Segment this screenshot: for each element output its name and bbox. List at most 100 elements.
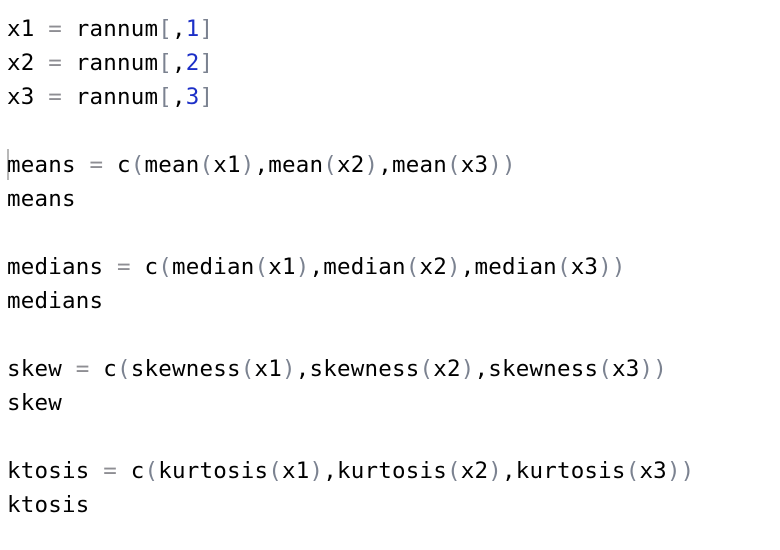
code-token: = [89,458,131,484]
code-token: x1 [268,254,296,280]
code-token: c [144,254,159,280]
code-line[interactable]: medians = c(median(x1),median(x2),median… [7,250,626,284]
code-line[interactable]: x1 = rannum[,1] [7,12,213,46]
code-token: skewness [309,356,420,382]
code-token: skewness [130,356,241,382]
code-token: , [171,50,186,76]
code-token: x2 [460,458,489,484]
code-token: medians [7,288,104,314]
code-token: ktosis [7,492,90,518]
code-token: ktosis [7,458,90,484]
code-token: median [474,254,557,280]
code-token: x3 [460,152,489,178]
code-token: ( [268,458,282,484]
code-line[interactable]: means = c(mean(x1),mean(x2),mean(x3)) [7,148,516,182]
code-token: , [171,84,186,110]
code-token: x3 [7,84,35,110]
code-line[interactable]: skew [7,386,62,420]
code-token: x3 [570,254,599,280]
code-token: )) [488,152,516,178]
code-token: , [378,152,392,178]
code-token: ( [556,254,571,280]
code-token: , [295,356,310,382]
code-line[interactable]: x2 = rannum[,2] [7,46,213,80]
code-token: ( [446,152,461,178]
code-token: , [323,458,337,484]
code-token: ] [199,50,214,76]
code-token: x1 [281,458,310,484]
code-token: ( [144,458,159,484]
code-token: ) [364,152,379,178]
code-token: median [323,254,406,280]
code-token: ( [625,458,640,484]
code-token: rannum [75,84,159,110]
code-token: skew [7,390,62,416]
code-token: ] [199,84,214,110]
code-token: ) [460,356,475,382]
code-token: ) [281,356,296,382]
code-token: )) [666,458,695,484]
code-token: = [75,152,117,178]
code-token: 1 [185,16,200,42]
code-line[interactable]: ktosis [7,488,89,522]
code-token: ( [130,152,145,178]
code-token: mean [144,152,200,178]
code-token: mean [391,152,447,178]
code-token: , [171,16,186,42]
code-token: ) [240,152,255,178]
code-token: rannum [75,16,159,42]
code-token: skewness [488,356,599,382]
code-token: skew [7,356,62,382]
code-token: ( [419,356,434,382]
code-line[interactable]: means [7,182,76,216]
code-token: mean [268,152,324,178]
code-token: ( [199,152,214,178]
code-editor[interactable]: x1 = rannum[,1] x2 = rannum[,2] x3 = rannu… [0,0,780,550]
code-token: medians [7,254,104,280]
code-token: ( [405,254,420,280]
code-token: , [309,254,324,280]
code-token: c [130,458,145,484]
code-token: kurtosis [515,458,626,484]
code-token: = [34,84,76,110]
code-token: ( [254,254,269,280]
code-token: = [103,254,145,280]
code-token: = [34,16,76,42]
code-token: , [460,254,475,280]
code-token: 3 [185,84,200,110]
code-token: ( [446,458,461,484]
code-line[interactable]: skew = c(skewness(x1),skewness(x2),skewn… [7,352,667,386]
code-token: = [34,50,76,76]
code-token: median [171,254,255,280]
code-token: x2 [7,50,35,76]
code-line[interactable]: ktosis = c(kurtosis(x1),kurtosis(x2),kur… [7,454,694,488]
code-token: )) [598,254,626,280]
code-token: [ [158,16,172,42]
code-token: x3 [639,458,667,484]
code-token: ( [598,356,612,382]
code-token: ( [323,152,337,178]
code-token: ( [117,356,131,382]
code-token: , [501,458,516,484]
code-token: c [103,356,117,382]
code-token: x1 [7,16,35,42]
code-line[interactable]: x3 = rannum[,3] [7,80,213,114]
code-token: ) [309,458,324,484]
code-token: x1 [254,356,282,382]
code-token: x1 [213,152,241,178]
code-token: means [7,152,76,178]
code-token: rannum [75,50,159,76]
code-line[interactable]: medians [7,284,103,318]
code-token: ( [158,254,172,280]
code-token: x3 [611,356,640,382]
code-token: [ [158,84,172,110]
code-token: [ [158,50,172,76]
code-token: ) [488,458,502,484]
code-token: kurtosis [158,458,269,484]
code-token: ] [199,16,214,42]
code-token: , [254,152,269,178]
code-token: 2 [185,50,200,76]
code-token: x2 [336,152,365,178]
code-token: x2 [419,254,447,280]
code-token: kurtosis [336,458,447,484]
